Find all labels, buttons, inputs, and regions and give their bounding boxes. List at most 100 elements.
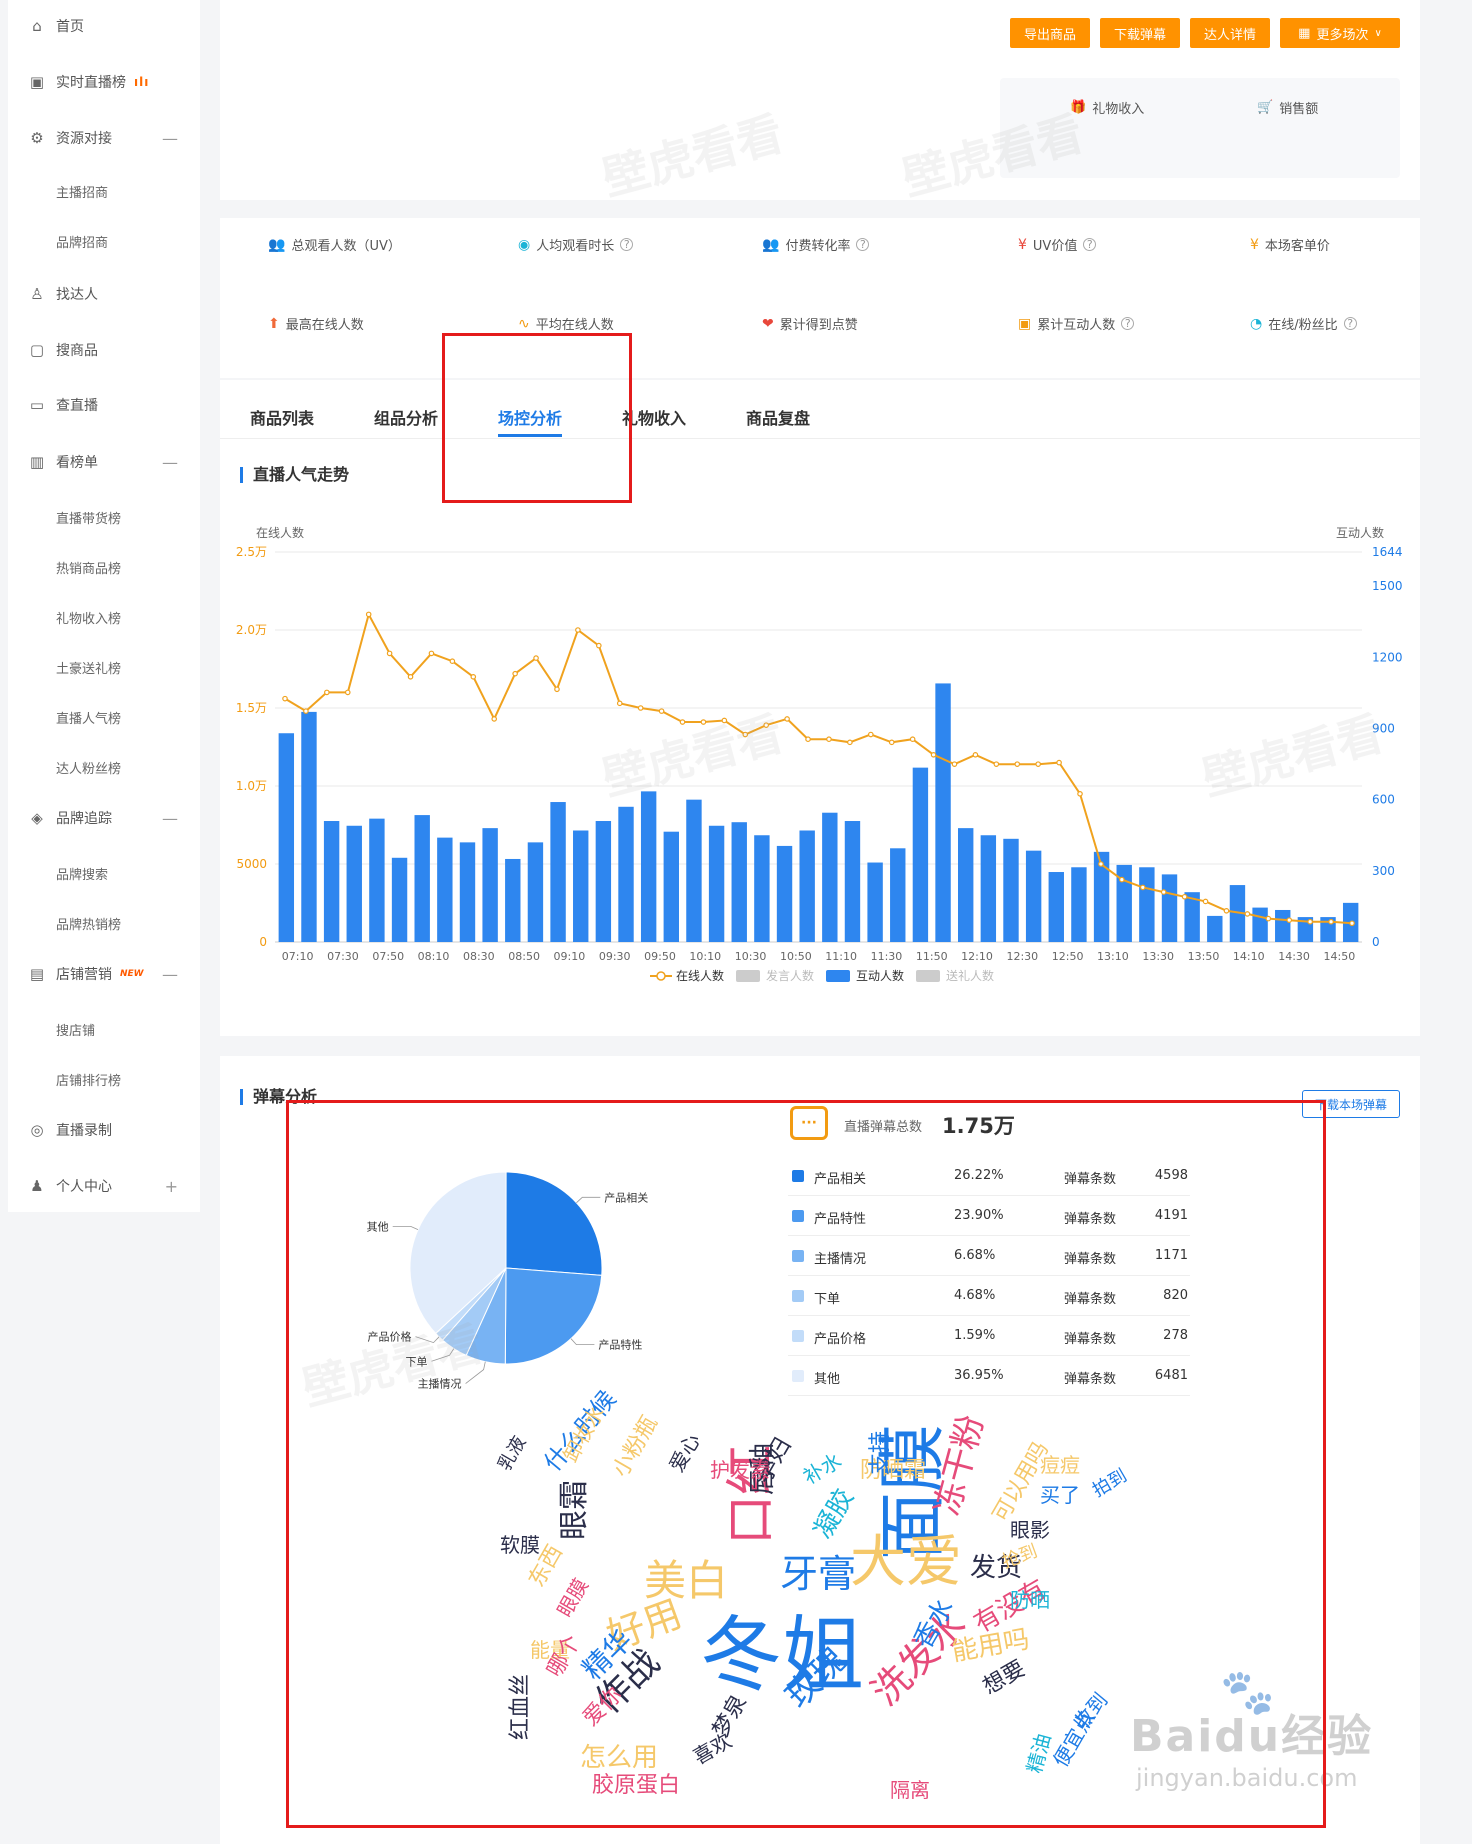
category-percent: 1.59% [954,1328,996,1343]
category-count-label: 弹幕条数 [1064,1332,1117,1347]
nav-sub-item[interactable]: 品牌搜索 [56,864,108,883]
nav-home[interactable]: ⌂ 首页 [8,6,200,46]
legend-item[interactable]: 在线人数 [650,968,724,983]
download-danmu-button[interactable]: 下载弹幕 [1100,18,1180,48]
category-swatch [792,1250,804,1262]
interaction-bar [482,828,498,942]
more-sessions-button[interactable]: ▦ 更多场次 ∨ [1280,18,1400,48]
pie-leader [576,1196,601,1204]
legend-item[interactable]: 发言人数 [736,968,814,983]
avg-online-icon: ∿ [518,315,530,332]
interaction-bar [1275,909,1291,942]
new-badge: NEW [120,969,144,979]
x-tick: 14:10 [1233,950,1265,963]
nav-shop-marketing[interactable]: ▤ 店铺营销 NEW — [8,954,200,994]
tab-2[interactable]: 场控分析 [498,405,562,429]
x-tick: 14:30 [1278,950,1310,963]
x-tick: 10:10 [689,950,721,963]
talent-detail-button[interactable]: 达人详情 [1190,18,1270,48]
x-tick: 13:30 [1142,950,1174,963]
sales-metric: 🛒 销售额 [1257,98,1318,117]
metric-item: ❤ 累计得到点赞 [762,314,858,334]
nav-sub-item[interactable]: 礼物收入榜 [56,608,121,627]
online-point [721,717,728,724]
nav-sub-item[interactable]: 主播招商 [56,182,108,201]
y-left-tick: 5000 [236,857,267,871]
nav-label: 搜商品 [56,343,98,359]
nav-search-goods[interactable]: ▢ 搜商品 [8,330,200,370]
download-danmu-link[interactable]: 下载本场弹幕 [1302,1090,1400,1118]
word-cloud-word: 喜欢 [689,1728,736,1770]
unit-price-icon: ¥ [1250,236,1259,253]
word-cloud-word: 眼膜 [552,1574,594,1621]
online-point [784,716,790,722]
nav-user-center[interactable]: ♟ 个人中心 + [8,1166,200,1206]
nav-label: 直播录制 [56,1123,112,1139]
online-point [575,627,581,633]
cart-icon: 🛒 [1257,100,1274,115]
expand-icon[interactable]: + [165,1177,178,1196]
online-point [826,736,832,743]
nav-check-live[interactable]: ▭ 查直播 [8,385,200,425]
nav-sub-item[interactable]: 土豪送礼榜 [56,658,121,677]
nav-sub-item[interactable]: 店铺排行榜 [56,1070,121,1089]
word-cloud-word: 牙膏 [780,1552,857,1596]
interaction-bar [618,806,634,942]
danmu-category-row: 产品特性 23.90% 弹幕条数 4191 [788,1196,1190,1236]
nav-sub-item[interactable]: 品牌热销榜 [56,914,121,933]
help-icon[interactable]: ? [620,238,634,251]
uv-value-icon: ¥ [1018,236,1027,253]
tab-0[interactable]: 商品列表 [250,405,314,429]
legend-item[interactable]: 互动人数 [826,968,904,983]
collapse-icon[interactable]: — [162,965,178,984]
bar-chart-icon: ılı [134,75,150,89]
x-tick: 09:30 [599,950,631,963]
interaction-bar [505,858,521,942]
nav-ranking[interactable]: ▥ 看榜单 — [8,442,200,482]
nav-sub-item[interactable]: 品牌招商 [56,232,108,251]
nav-resource[interactable]: ⚙ 资源对接 — [8,118,200,158]
metric-label: UV价值 [1032,239,1078,254]
sidebar: ⌂ 首页 ▣ 实时直播榜 ılı ⚙ 资源对接 — ♙ 找达人 ▢ 搜商品 ▭ 查直播 ▥ 看榜单 — ◈ 品牌追踪… [8,0,200,1212]
collapse-icon[interactable]: — [162,453,178,472]
help-icon[interactable]: ? [856,238,870,251]
help-icon[interactable]: ? [1343,317,1357,330]
help-icon[interactable]: ? [1121,317,1135,330]
online-point [909,736,916,743]
search-goods-icon: ▢ [29,341,45,359]
legend-item[interactable]: 送礼人数 [916,968,994,983]
x-tick: 12:10 [961,950,993,963]
help-icon[interactable]: ? [1083,238,1097,251]
danmu-total-icon: ··· [790,1106,828,1140]
word-cloud-word: 眼影 [1010,1518,1050,1542]
word-cloud-word: 支持 [868,1430,893,1475]
nav-brand-track[interactable]: ◈ 品牌追踪 — [8,798,200,838]
export-goods-button[interactable]: 导出商品 [1010,18,1090,48]
word-cloud-word: 胶原蛋白 [592,1773,681,1798]
tab-1[interactable]: 组品分析 [374,405,438,429]
word-cloud-word: 补水 [799,1448,846,1490]
nav-sub-item[interactable]: 搜店铺 [56,1020,95,1039]
nav-find-talent[interactable]: ♙ 找达人 [8,274,200,314]
nav-sub-item[interactable]: 达人粉丝榜 [56,758,121,777]
tab-3[interactable]: 礼物收入 [622,405,686,429]
tab-4[interactable]: 商品复盘 [746,405,810,429]
nav-record[interactable]: ◎ 直播录制 [8,1110,200,1150]
online-point [1328,918,1334,925]
conversion-icon: 👥 [762,236,780,253]
collapse-icon[interactable]: — [162,809,178,828]
interaction-bar [957,828,974,942]
x-tick: 09:50 [644,950,676,963]
collapse-icon[interactable]: — [162,129,178,148]
nav-live-rank[interactable]: ▣ 实时直播榜 ılı [8,62,200,102]
nav-label: 个人中心 [56,1179,112,1195]
nav-label: 找达人 [56,287,98,303]
metric-label: 最高在线人数 [285,318,364,333]
nav-sub-item[interactable]: 直播带货榜 [56,508,121,527]
viewers-icon: 👥 [268,236,286,253]
nav-sub-item[interactable]: 热销商品榜 [56,558,121,577]
category-count-label: 弹幕条数 [1064,1372,1117,1387]
find-talent-icon: ♙ [30,285,44,303]
nav-sub-item[interactable]: 直播人气榜 [56,708,121,727]
pie-slice [505,1171,603,1276]
